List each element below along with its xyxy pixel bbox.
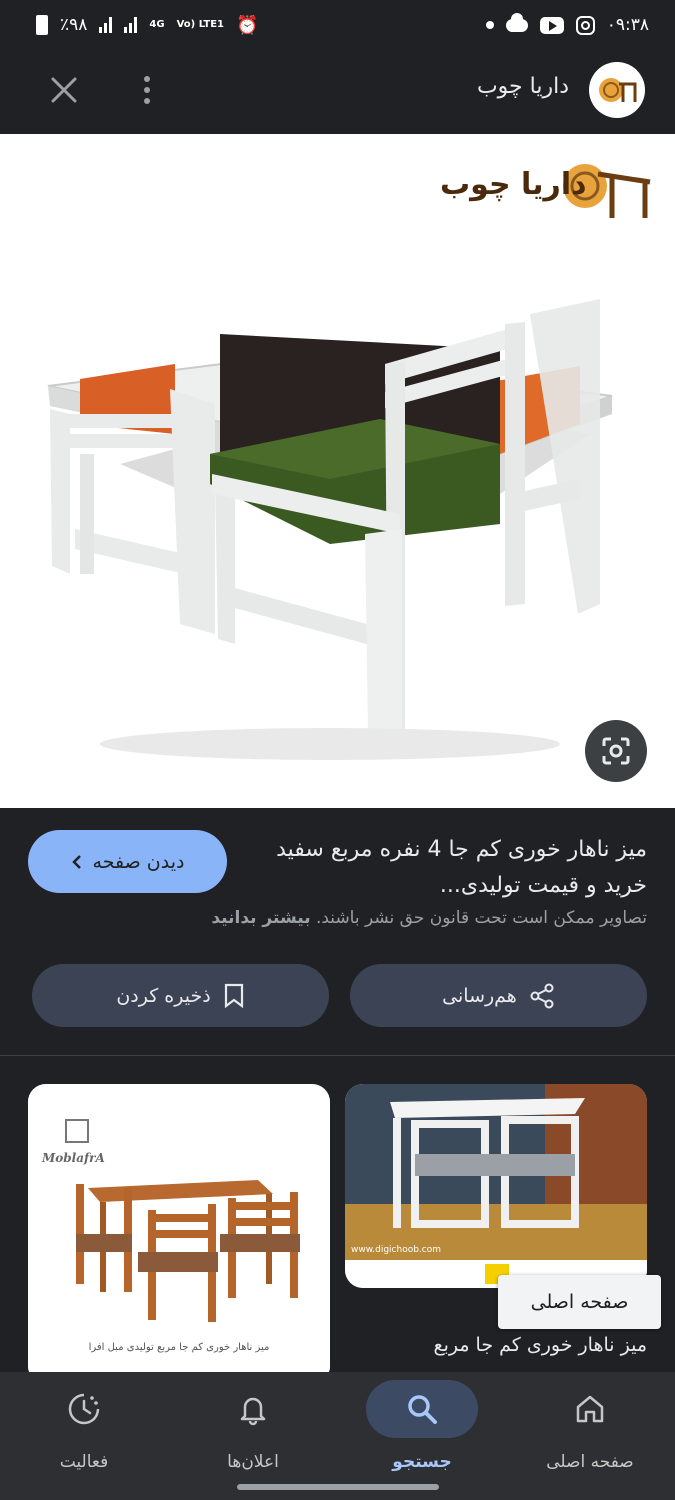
bell-icon — [240, 1397, 266, 1426]
clock: ۰۹:۳۸ — [606, 15, 649, 35]
nav-home-icon-wrap — [534, 1380, 646, 1438]
dining-table-photo: داریا چوب — [47, 164, 651, 760]
share-icon — [530, 983, 554, 1008]
save-label: ذخیره کردن — [116, 984, 211, 1007]
more-options-button[interactable] — [132, 70, 162, 110]
home-indicator[interactable] — [237, 1484, 439, 1490]
activity-icon — [68, 1393, 100, 1425]
nav-home-label: صفحه اصلی — [546, 1452, 634, 1472]
search-icon — [408, 1395, 437, 1424]
notification-dot-icon — [485, 21, 494, 29]
image-watermark: داریا چوب — [440, 167, 587, 202]
nav-notifications[interactable]: اعلان‌ها — [169, 1372, 337, 1492]
signal-icon — [99, 17, 113, 33]
nav-search-icon-wrap — [366, 1380, 478, 1438]
alarm-icon: ⏰ — [236, 14, 259, 36]
viewer-header: داریا چوب — [0, 50, 675, 134]
result-title[interactable]: میز ناهار خوری کم جا 4 نفره مربع سفید خر… — [247, 832, 647, 904]
share-button[interactable]: هم‌رسانی — [350, 964, 647, 1027]
battery-level: ٪۹۸ — [60, 15, 88, 35]
related-caption[interactable]: میز ناهار خوری کم جا مربع — [433, 1334, 647, 1356]
nav-search-label: جستجو — [392, 1452, 452, 1472]
related-image-left: MoblafrA میز ناهار خوری کم جا مربع تولید… — [28, 1084, 330, 1384]
nav-home[interactable]: صفحه اصلی — [506, 1372, 674, 1492]
home-tooltip: صفحه اصلی — [498, 1275, 661, 1329]
right-card-url: www.digichoob.com — [351, 1245, 441, 1255]
close-button[interactable] — [44, 70, 84, 110]
youtube-icon — [539, 16, 564, 34]
volte-indicator: Vo) LTE1 — [176, 19, 225, 30]
visit-page-button[interactable]: دیدن صفحه — [28, 830, 227, 893]
share-label: هم‌رسانی — [442, 984, 517, 1007]
related-card-left[interactable]: MoblafrA میز ناهار خوری کم جا مربع تولید… — [28, 1084, 330, 1384]
left-card-brand: MoblafrA — [41, 1151, 105, 1165]
bottom-navigation: صفحه اصلی جستجو اعلان‌ها ف — [0, 1372, 675, 1500]
nav-search[interactable]: جستجو — [338, 1372, 506, 1492]
cloud-icon — [505, 12, 528, 32]
related-card-right[interactable]: www.digichoob.com — [345, 1084, 647, 1288]
status-right: ۰۹:۳۸ — [485, 12, 649, 35]
site-name[interactable]: داریا چوب — [477, 74, 569, 99]
lens-search-button[interactable] — [585, 720, 647, 782]
home-icon — [576, 1395, 604, 1423]
copyright-notice: تصاویر ممکن است تحت قانون حق نشر باشند. … — [7, 908, 647, 928]
status-left: ٪۹۸ 4G Vo) LTE1 ⏰ — [36, 15, 258, 36]
nav-activity[interactable]: فعالیت — [0, 1372, 168, 1492]
nav-notifications-label: اعلان‌ها — [227, 1452, 279, 1472]
save-button[interactable]: ذخیره کردن — [32, 964, 329, 1027]
nav-activity-label: فعالیت — [59, 1452, 109, 1472]
section-divider — [0, 1055, 675, 1056]
bookmark-icon — [224, 983, 243, 1008]
nav-notifications-icon-wrap — [197, 1380, 309, 1438]
site-logo-icon[interactable] — [589, 62, 645, 118]
visit-page-label: دیدن صفحه — [92, 850, 185, 873]
copyright-text: تصاویر ممکن است تحت قانون حق نشر باشند. — [315, 908, 647, 928]
lens-icon — [602, 737, 630, 765]
learn-more-link[interactable]: بیشتر بدانید — [211, 908, 310, 928]
left-card-caption: میز ناهار خوری کم جا مربع تولیدی مبل افر… — [89, 1342, 270, 1353]
battery-icon — [36, 15, 48, 35]
chevron-left-icon — [71, 854, 81, 869]
signal-icon-2 — [124, 17, 138, 33]
related-image-right: www.digichoob.com — [345, 1084, 647, 1288]
main-image[interactable]: داریا چوب — [0, 134, 675, 808]
network-type: 4G — [149, 19, 165, 30]
nav-activity-icon-wrap — [28, 1380, 140, 1438]
close-icon — [51, 77, 77, 103]
instagram-icon — [575, 15, 595, 35]
status-bar: ٪۹۸ 4G Vo) LTE1 ⏰ ۰۹:۳۸ — [0, 0, 675, 50]
